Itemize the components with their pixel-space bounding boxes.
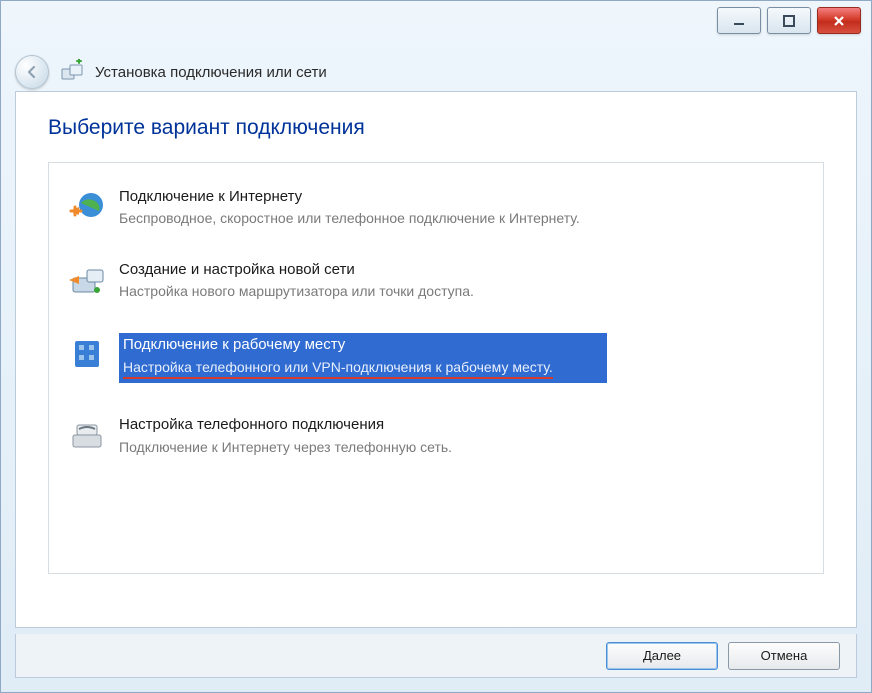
option-text: Настройка телефонного подключения Подклю… <box>119 415 805 456</box>
options-list: Подключение к Интернету Беспроводное, ск… <box>48 162 824 574</box>
option-workplace[interactable]: Подключение к рабочему месту Настройка т… <box>59 321 615 395</box>
titlebar <box>1 1 871 53</box>
content-panel: Выберите вариант подключения Подключение… <box>15 91 857 628</box>
option-internet[interactable]: Подключение к Интернету Беспроводное, ск… <box>59 175 813 240</box>
option-text: Подключение к Интернету Беспроводное, ск… <box>119 187 805 228</box>
close-button[interactable] <box>817 7 861 34</box>
page-heading: Выберите вариант подключения <box>48 116 824 140</box>
router-icon <box>67 260 107 300</box>
next-button[interactable]: Далее <box>606 642 718 670</box>
minimize-icon <box>733 15 745 27</box>
cancel-button[interactable]: Отмена <box>728 642 840 670</box>
minimize-button[interactable] <box>717 7 761 34</box>
close-icon <box>832 14 846 28</box>
option-title: Подключение к рабочему месту <box>123 335 601 355</box>
network-wizard-icon <box>59 59 85 85</box>
option-dialup[interactable]: Настройка телефонного подключения Подклю… <box>59 403 813 468</box>
option-desc: Подключение к Интернету через телефонную… <box>119 438 805 457</box>
option-desc: Настройка нового маршрутизатора или точк… <box>119 282 805 301</box>
option-desc: Беспроводное, скоростное или телефонное … <box>119 209 805 228</box>
option-title: Подключение к Интернету <box>119 187 805 207</box>
wizard-window: Установка подключения или сети Выберите … <box>0 0 872 693</box>
option-title: Создание и настройка новой сети <box>119 260 805 280</box>
phone-modem-icon <box>67 415 107 455</box>
option-desc: Настройка телефонного или VPN-подключени… <box>123 358 553 380</box>
footer: Далее Отмена <box>15 634 857 678</box>
option-new-network[interactable]: Создание и настройка новой сети Настройк… <box>59 248 813 313</box>
back-arrow-icon <box>24 64 40 80</box>
option-title: Настройка телефонного подключения <box>119 415 805 435</box>
globe-icon <box>67 187 107 227</box>
back-button[interactable] <box>15 55 49 89</box>
header: Установка подключения или сети <box>1 53 871 91</box>
header-title: Установка подключения или сети <box>95 64 327 81</box>
maximize-button[interactable] <box>767 7 811 34</box>
maximize-icon <box>783 15 795 27</box>
option-text: Создание и настройка новой сети Настройк… <box>119 260 805 301</box>
option-text: Подключение к рабочему месту Настройка т… <box>119 333 607 383</box>
building-icon <box>67 333 107 373</box>
